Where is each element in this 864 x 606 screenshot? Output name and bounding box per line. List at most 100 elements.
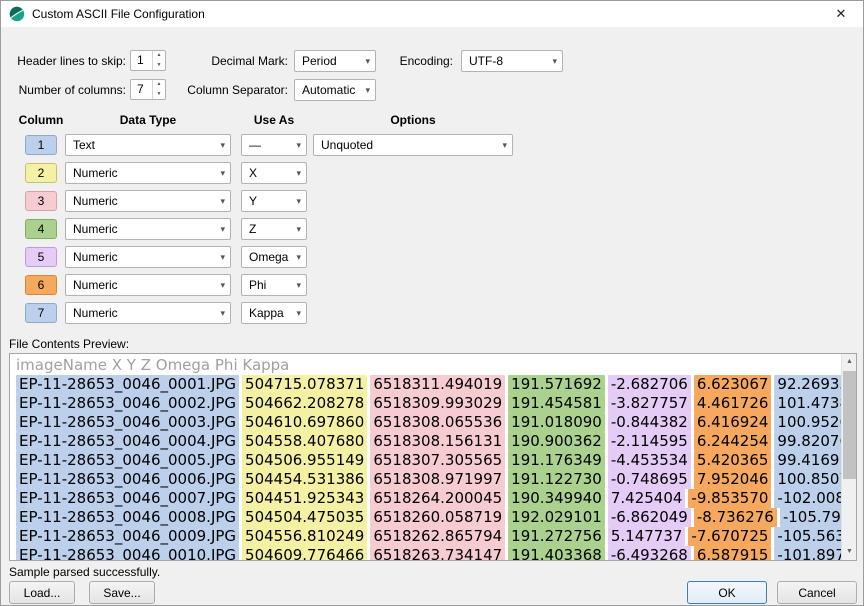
data-type-select[interactable]: Numeric▾: [65, 190, 231, 212]
use-as-select[interactable]: Phi▾: [241, 274, 307, 296]
data-type-select[interactable]: Numeric▾: [65, 162, 231, 184]
preview-cell: 6518308.971997: [370, 470, 505, 489]
preview-cell: 6518307.305565: [370, 451, 505, 470]
preview-cell: 191.122730: [508, 470, 605, 489]
chevron-down-icon: ▾: [217, 280, 230, 291]
preview-cell: 6518263.734147: [370, 546, 505, 560]
column-separator-label: Column Separator:: [161, 83, 288, 97]
cancel-button[interactable]: Cancel: [777, 581, 857, 604]
titlebar: Custom ASCII File Configuration ✕: [1, 1, 863, 27]
options-select[interactable]: Unquoted▾: [313, 134, 513, 156]
data-type-select-value: Numeric: [73, 306, 217, 320]
preview-cell: -2.114595: [608, 432, 691, 451]
chevron-down-icon: ▾: [217, 252, 230, 263]
preview-cell: -6.862049: [608, 508, 691, 527]
decimal-mark-select[interactable]: Period ▾: [294, 50, 376, 72]
scrollbar-thumb[interactable]: [843, 371, 856, 479]
column-header-useas: Use As: [241, 113, 307, 127]
column-header-datatype: Data Type: [65, 113, 231, 127]
chevron-down-icon: ▾: [217, 308, 230, 319]
use-as-select[interactable]: Omega▾: [241, 246, 307, 268]
status-text: Sample parsed successfully.: [9, 565, 160, 579]
preview-cell: EP-11-28653_0046_0004.JPG: [16, 432, 239, 451]
preview-cell: EP-11-28653_0046_0010.JPG: [16, 546, 239, 560]
preview-cell: -102.008191: [774, 489, 841, 508]
chevron-down-icon: ▾: [293, 168, 306, 179]
chevron-down-icon: ▾: [293, 280, 306, 291]
ok-button[interactable]: OK: [687, 581, 767, 604]
number-of-columns-label: Number of columns:: [1, 83, 126, 97]
data-type-select[interactable]: Text▾: [65, 134, 231, 156]
preview-cell: EP-11-28653_0046_0002.JPG: [16, 394, 239, 413]
decimal-mark-value: Period: [302, 54, 362, 68]
preview-cell: -9.853570: [688, 489, 771, 508]
use-as-select[interactable]: Y▾: [241, 190, 307, 212]
preview-lines: imageName X Y Z Omega Phi KappaEP-11-286…: [10, 354, 841, 560]
use-as-select-value: X: [249, 166, 293, 180]
column-index-badge: 3: [25, 191, 57, 211]
encoding-label: Encoding:: [377, 54, 453, 68]
preview-cell: EP-11-28653_0046_0008.JPG: [16, 508, 239, 527]
header-lines-label: Header lines to skip:: [1, 54, 126, 68]
use-as-select[interactable]: —▾: [241, 134, 307, 156]
preview-cell: 100.850735: [774, 470, 841, 489]
preview-cell: 5.147737: [608, 527, 686, 546]
preview-cell: 192.029101: [508, 508, 605, 527]
preview-cell: EP-11-28653_0046_0009.JPG: [16, 527, 239, 546]
column-config-row-3: 3 Numeric▾ Y▾: [25, 190, 513, 212]
preview-cell: 504451.925343: [242, 489, 367, 508]
use-as-select-value: Z: [249, 222, 293, 236]
chevron-down-icon: ▾: [217, 168, 230, 179]
preview-row: EP-11-28653_0046_0008.JPG504504.47503565…: [16, 508, 841, 527]
column-separator-select[interactable]: Automatic ▾: [294, 79, 376, 101]
chevron-down-icon: ▾: [293, 308, 306, 319]
scroll-down-icon[interactable]: ▼: [842, 544, 857, 560]
use-as-select[interactable]: Kappa▾: [241, 302, 307, 324]
column-index-badge: 2: [25, 163, 57, 183]
preview-cell: -3.827757: [608, 394, 691, 413]
preview-cell: 191.018090: [508, 413, 605, 432]
preview-cell: 99.820768: [774, 432, 841, 451]
preview-cell: 504715.078371: [242, 375, 367, 394]
preview-cell: 6518308.156131: [370, 432, 505, 451]
column-config-row-1: 1Text▾—▾Unquoted▾: [25, 134, 513, 156]
preview-cell: 6.623067: [694, 375, 772, 394]
preview-cell: -4.453534: [608, 451, 691, 470]
data-type-select[interactable]: Numeric▾: [65, 302, 231, 324]
decimal-mark-label: Decimal Mark:: [161, 54, 288, 68]
preview-cell: 6518260.058719: [370, 508, 505, 527]
column-config-row-4: 4Numeric▾Z▾: [25, 218, 513, 240]
scroll-up-icon[interactable]: ▲: [842, 354, 857, 370]
preview-cell: -101.897356: [774, 546, 841, 560]
preview-cell: 6.244254: [694, 432, 772, 451]
file-contents-preview[interactable]: imageName X Y Z Omega Phi KappaEP-11-286…: [9, 353, 857, 561]
preview-cell: -2.682706: [608, 375, 691, 394]
close-button[interactable]: ✕: [819, 1, 863, 27]
save-button[interactable]: Save...: [89, 581, 155, 604]
data-type-select[interactable]: Numeric▾: [65, 218, 231, 240]
chevron-down-icon: ▾: [293, 140, 306, 151]
data-type-select[interactable]: Numeric▾: [65, 274, 231, 296]
preview-cell: 191.403368: [508, 546, 605, 560]
use-as-select[interactable]: Z▾: [241, 218, 307, 240]
preview-cell: 191.176349: [508, 451, 605, 470]
chevron-down-icon: ▾: [293, 196, 306, 207]
data-type-select-value: Numeric: [73, 250, 217, 264]
data-type-select[interactable]: Numeric▾: [65, 246, 231, 268]
column-index-badge: 6: [25, 275, 57, 295]
preview-cell: 504558.407680: [242, 432, 367, 451]
preview-cell: 6518262.865794: [370, 527, 505, 546]
column-index-badge: 5: [25, 247, 57, 267]
column-separator-value: Automatic: [302, 83, 362, 97]
preview-cell: 504610.697860: [242, 413, 367, 432]
preview-row: EP-11-28653_0046_0010.JPG504609.77646665…: [16, 546, 841, 560]
vertical-scrollbar[interactable]: ▲ ▼: [841, 354, 856, 560]
load-button[interactable]: Load...: [9, 581, 75, 604]
use-as-select-value: Phi: [249, 278, 293, 292]
column-config-row-2: 2Numeric▾X▾: [25, 162, 513, 184]
use-as-select[interactable]: X▾: [241, 162, 307, 184]
encoding-select[interactable]: UTF-8 ▾: [461, 50, 563, 72]
preview-cell: 6518308.065536: [370, 413, 505, 432]
column-config-row-7: 7Numeric▾Kappa▾: [25, 302, 513, 324]
preview-cell: -0.844382: [608, 413, 691, 432]
